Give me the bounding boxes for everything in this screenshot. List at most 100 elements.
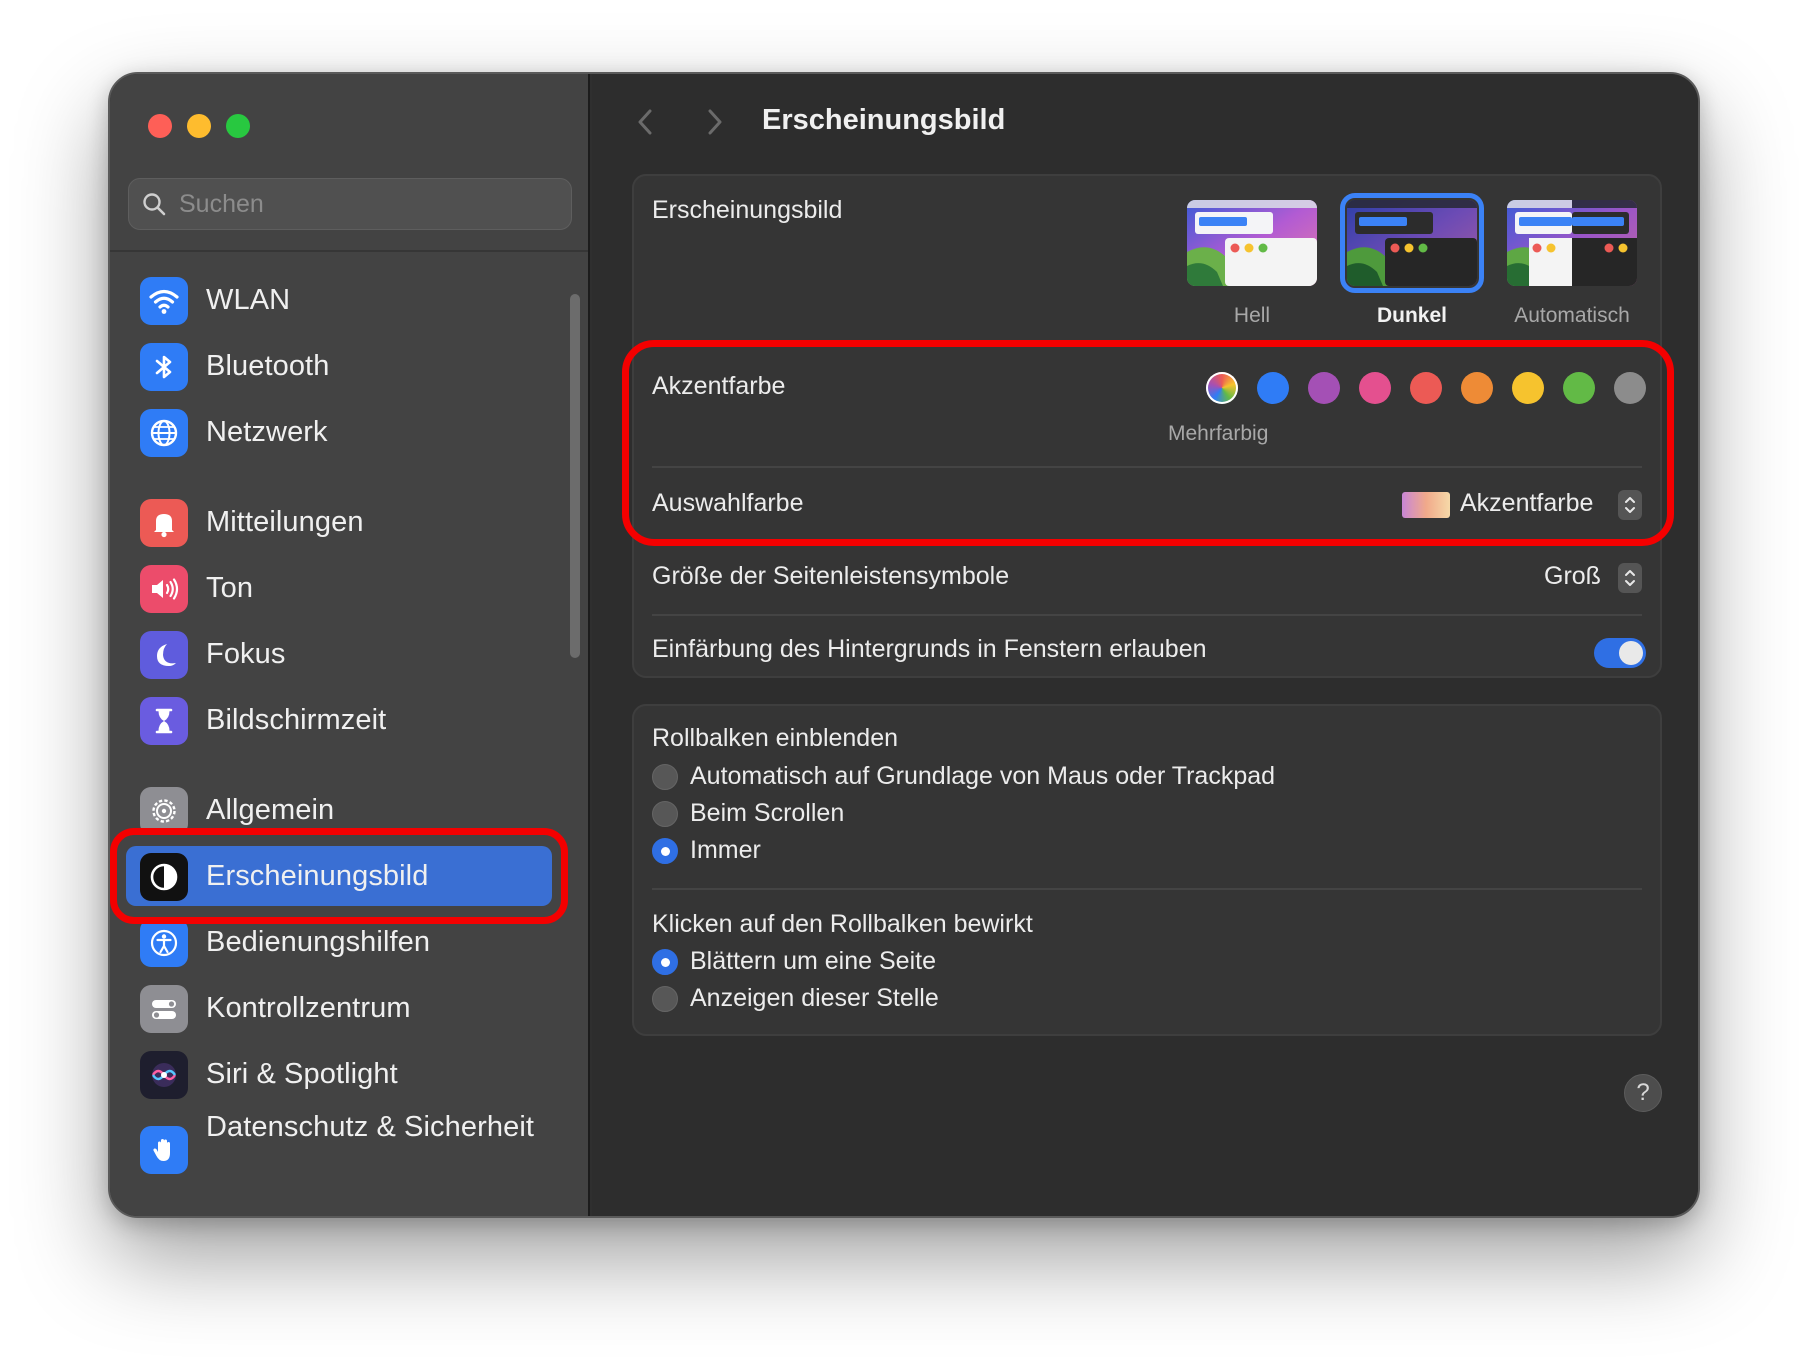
sidebar-item-wlan[interactable]: WLAN (126, 270, 552, 330)
highlight-color-label: Auswahlfarbe (652, 489, 804, 517)
back-button[interactable] (628, 104, 664, 140)
accent-swatch-orange[interactable] (1461, 372, 1493, 404)
highlight-color-popup[interactable]: Akzentfarbe (1460, 489, 1593, 518)
main-pane: Erscheinungsbild Erscheinungsbild Hell D… (592, 74, 1698, 1216)
gear-icon (140, 787, 188, 835)
sidebar-item-bildschirmzeit[interactable]: Bildschirmzeit (126, 690, 552, 750)
chevron-left-icon (638, 109, 652, 135)
divider (652, 466, 1642, 468)
accessibility-icon (140, 919, 188, 967)
minimize-window-button[interactable] (187, 114, 211, 138)
help-button[interactable]: ? (1624, 1074, 1662, 1112)
radio-scroll-when-scrolling[interactable] (652, 801, 678, 827)
sidebar-item-bedienungshilfen[interactable]: Bedienungshilfen (126, 912, 552, 972)
wallpaper-tinting-toggle[interactable] (1594, 638, 1646, 668)
show-scrollbars-label: Rollbalken einblenden (652, 724, 899, 752)
search-input[interactable] (179, 189, 559, 219)
sidebar-item-label: Siri & Spotlight (206, 1058, 398, 1090)
hand-icon (140, 1126, 188, 1174)
hourglass-icon (140, 697, 188, 745)
accent-swatch-green[interactable] (1563, 372, 1595, 404)
sidebar-item-label: Mitteilungen (206, 506, 364, 538)
accent-swatch-blue[interactable] (1257, 372, 1289, 404)
accent-color-label: Akzentfarbe (652, 372, 786, 400)
sidebar-item-ton[interactable]: Ton (126, 558, 552, 618)
chevron-right-icon (708, 109, 722, 135)
sidebar-item-netzwerk[interactable]: Netzwerk (126, 402, 552, 462)
appearance-label: Erscheinungsbild (652, 196, 843, 224)
sidebar: WLAN Bluetooth Netzwerk (110, 74, 590, 1216)
scrollbar-settings-card: Rollbalken einblenden Automatisch auf Gr… (632, 704, 1662, 1036)
radio-click-jump-to-spot[interactable] (652, 986, 678, 1012)
sidebar-item-label: Bedienungshilfen (206, 926, 431, 958)
bluetooth-icon (140, 343, 188, 391)
accent-swatch-pink[interactable] (1359, 372, 1391, 404)
moon-icon (140, 631, 188, 679)
radio-label: Blättern um eine Seite (690, 947, 936, 975)
close-window-button[interactable] (148, 114, 172, 138)
sidebar-item-label: Fokus (206, 638, 286, 670)
appearance-option-automatisch[interactable]: Automatisch (1502, 194, 1642, 334)
sidebar-icon-size-stepper[interactable] (1618, 563, 1642, 593)
search-field[interactable] (128, 178, 572, 230)
accent-swatch-purple[interactable] (1308, 372, 1340, 404)
sidebar-item-label: Bluetooth (206, 350, 330, 382)
appearance-settings-card: Erscheinungsbild Hell Dunkel Automatisch… (632, 174, 1662, 678)
radio-label: Anzeigen dieser Stelle (690, 984, 939, 1012)
sidebar-item-mitteilungen[interactable]: Mitteilungen (126, 492, 552, 552)
accent-swatch-red[interactable] (1410, 372, 1442, 404)
accent-selected-name: Mehrfarbig (1168, 422, 1269, 445)
radio-label: Immer (690, 836, 761, 864)
appearance-option-label: Dunkel (1376, 304, 1447, 327)
sidebar-icon-size-popup[interactable]: Groß (1544, 562, 1601, 591)
light-mode-thumbnail (1187, 200, 1317, 286)
sidebar-item-kontrollzentrum[interactable]: Kontrollzentrum (126, 978, 552, 1038)
chevron-updown-icon (1625, 497, 1635, 513)
sidebar-item-label: Erscheinungsbild (206, 860, 429, 892)
search-icon (143, 193, 166, 216)
auto-mode-thumbnail (1507, 200, 1637, 286)
sidebar-item-erscheinungsbild[interactable]: Erscheinungsbild (126, 846, 552, 906)
settings-window: WLAN Bluetooth Netzwerk (108, 72, 1700, 1218)
wallpaper-tinting-label: Einfärbung des Hintergrunds in Fenstern … (652, 635, 1207, 663)
sidebar-item-label: Allgemein (206, 794, 335, 826)
forward-button[interactable] (696, 104, 732, 140)
sidebar-item-siri-spotlight[interactable]: Siri & Spotlight (126, 1044, 552, 1104)
bell-icon (140, 499, 188, 547)
chevron-updown-icon (1625, 570, 1635, 586)
appearance-option-label: Hell (1233, 304, 1271, 327)
divider (652, 614, 1642, 616)
control-center-icon (140, 985, 188, 1033)
radio-click-next-page[interactable] (652, 949, 678, 975)
accent-swatch-multicolor[interactable] (1206, 372, 1238, 404)
sidebar-icon-size-label: Größe der Seitenleistensymbole (652, 562, 1010, 590)
sidebar-item-bluetooth[interactable]: Bluetooth (126, 336, 552, 396)
sidebar-item-fokus[interactable]: Fokus (126, 624, 552, 684)
highlight-color-stepper[interactable] (1618, 490, 1642, 520)
sidebar-item-datenschutz-sicherheit[interactable]: Datenschutz & Sicherheit (126, 1108, 552, 1188)
sidebar-item-label: Kontrollzentrum (206, 992, 411, 1024)
speaker-icon (140, 565, 188, 613)
sidebar-item-label: Ton (206, 572, 254, 604)
sidebar-scrollbar[interactable] (570, 294, 580, 658)
accent-swatch-yellow[interactable] (1512, 372, 1544, 404)
sidebar-item-label: WLAN (206, 284, 291, 316)
page-title: Erscheinungsbild (762, 104, 1006, 136)
appearance-icon (140, 853, 188, 901)
zoom-window-button[interactable] (226, 114, 250, 138)
sidebar-item-allgemein[interactable]: Allgemein (126, 780, 552, 840)
appearance-option-dunkel[interactable]: Dunkel (1340, 193, 1484, 334)
sidebar-divider (110, 250, 588, 252)
sidebar-item-label: Datenschutz & Sicherheit (206, 1111, 535, 1143)
radio-scroll-always[interactable] (652, 838, 678, 864)
dark-mode-thumbnail (1340, 193, 1484, 293)
accent-swatch-graphite[interactable] (1614, 372, 1646, 404)
radio-label: Automatisch auf Grundlage von Maus oder … (690, 762, 1276, 790)
appearance-option-label: Automatisch (1514, 304, 1630, 327)
click-scrollbar-label: Klicken auf den Rollbalken bewirkt (652, 910, 1033, 938)
appearance-option-hell[interactable]: Hell (1182, 194, 1322, 334)
sidebar-item-label: Netzwerk (206, 416, 328, 448)
radio-label: Beim Scrollen (690, 799, 845, 827)
divider (652, 888, 1642, 890)
radio-scroll-auto[interactable] (652, 764, 678, 790)
